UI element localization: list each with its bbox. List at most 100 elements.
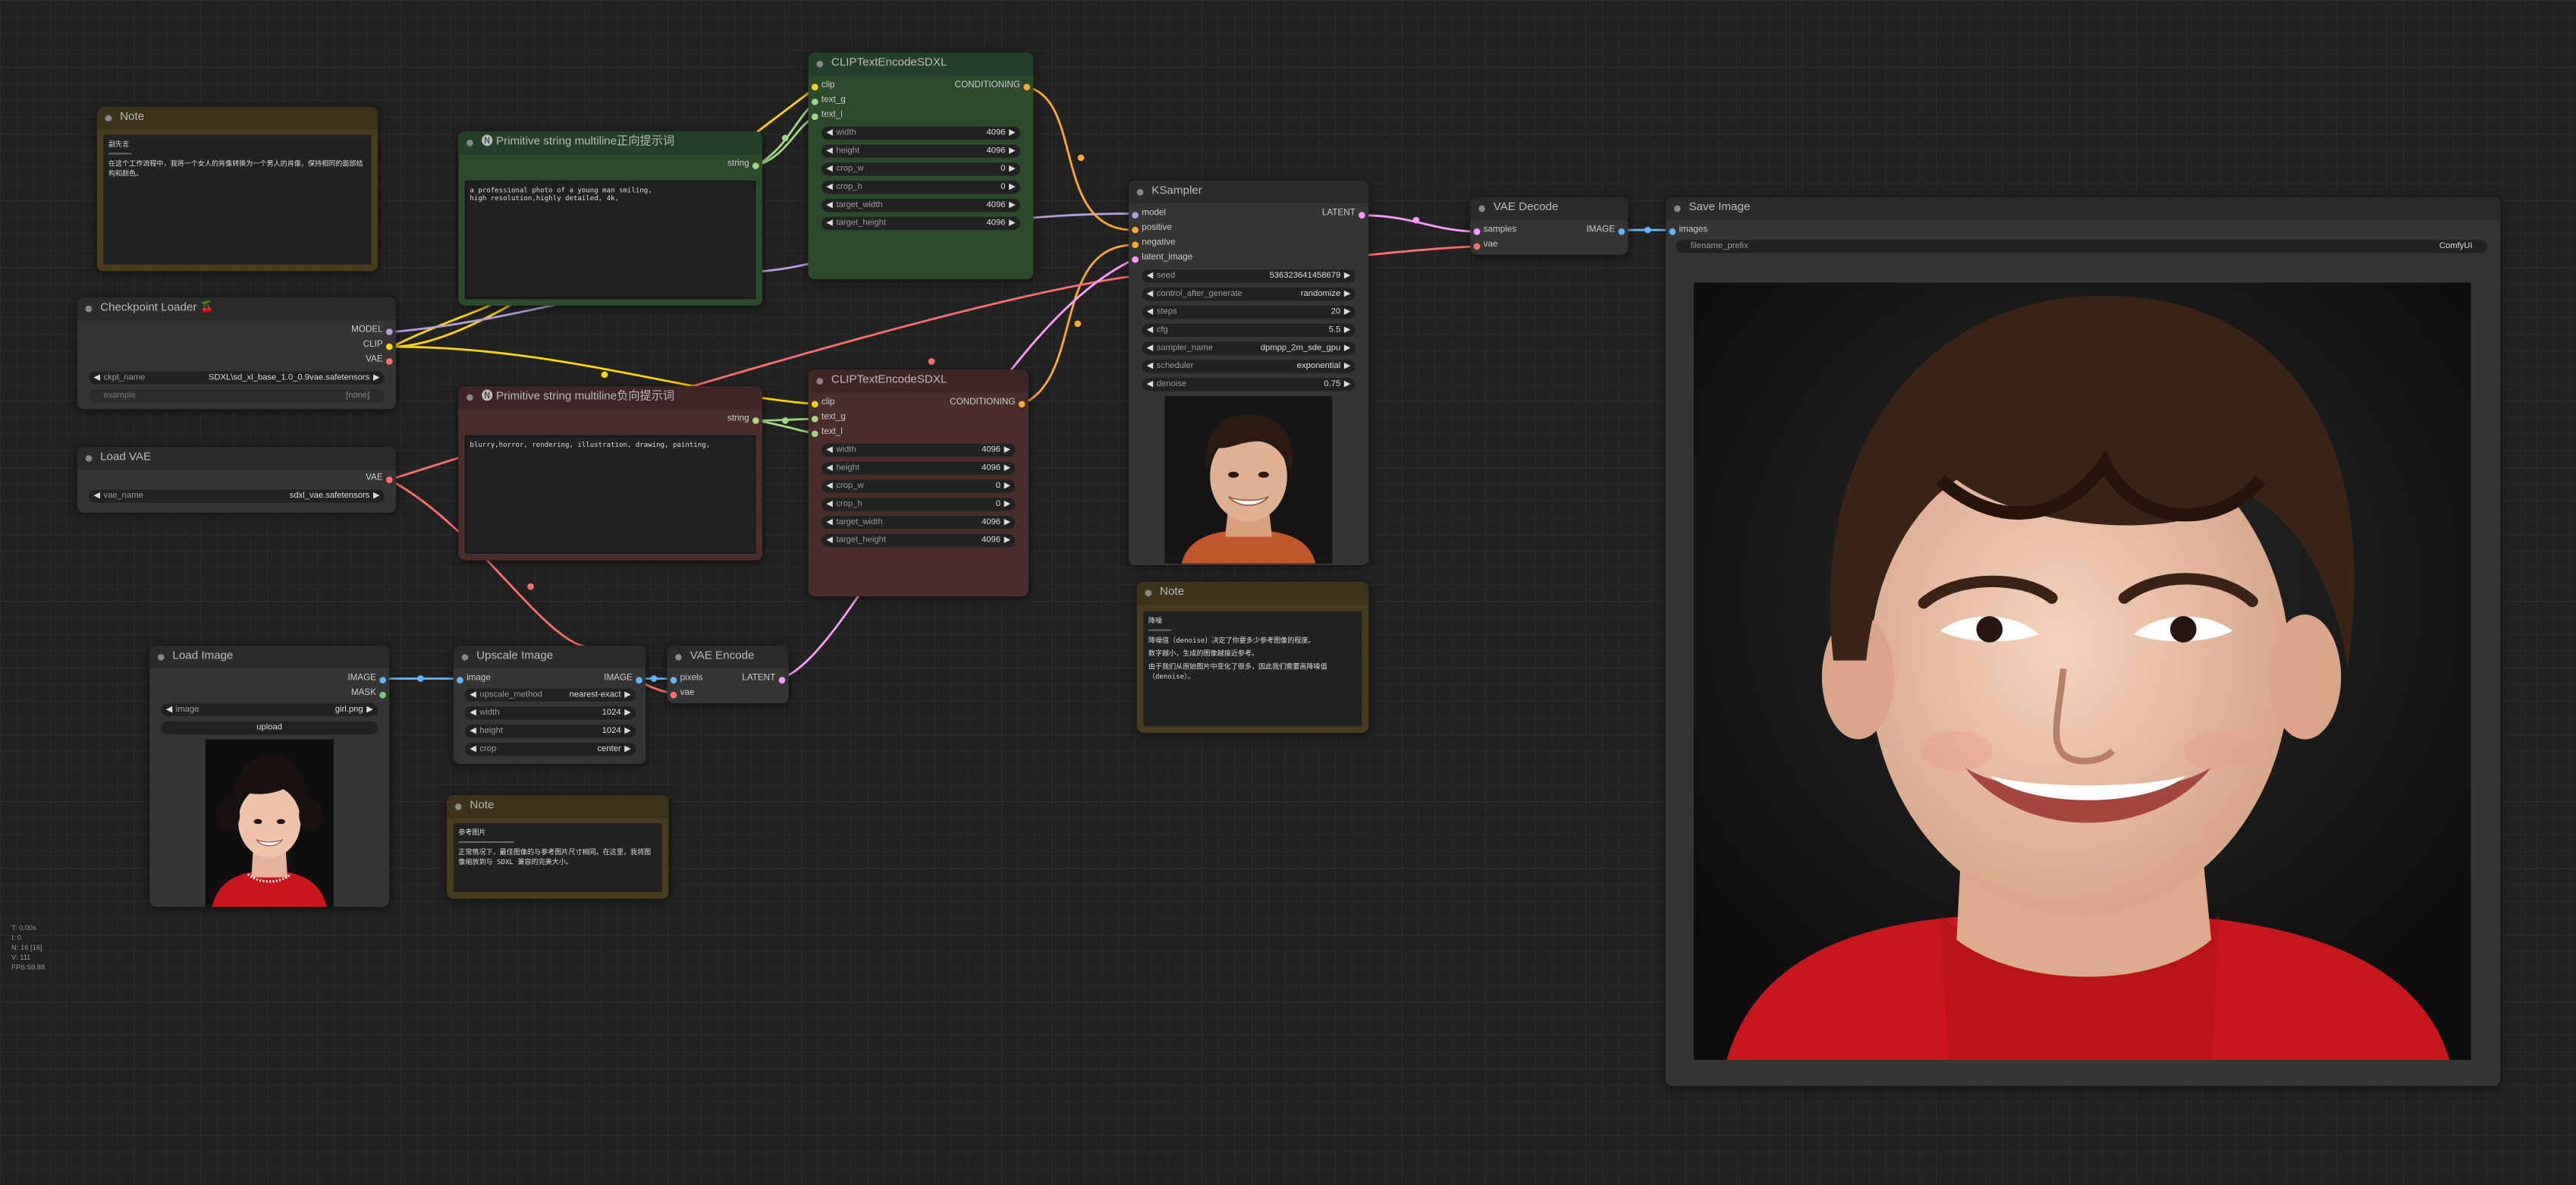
output-string[interactable]: string bbox=[727, 414, 762, 426]
collapse-dot[interactable] bbox=[85, 454, 93, 462]
node-title-bar[interactable]: Checkpoint Loader 🍒 bbox=[77, 297, 396, 321]
input-pin[interactable] bbox=[670, 676, 677, 683]
image-combo[interactable]: ◀ image girl.png ▶ bbox=[161, 703, 379, 717]
collapse-dot[interactable] bbox=[105, 115, 112, 122]
save-image-node[interactable]: Save Image images filename_prefix ComfyUI bbox=[1666, 196, 2501, 1086]
arrow-left-icon[interactable]: ◀ bbox=[1147, 341, 1153, 354]
positive-prompt-node[interactable]: 🅝 Primitive string multiline正向提示词 string… bbox=[458, 131, 762, 306]
node-title-bar[interactable]: Load Image bbox=[149, 646, 390, 669]
arrow-right-icon[interactable]: ▶ bbox=[1009, 127, 1015, 140]
arrow-right-icon[interactable]: ▶ bbox=[1344, 324, 1350, 337]
arrow-right-icon[interactable]: ▶ bbox=[1344, 269, 1350, 282]
vae-decode-node[interactable]: VAE Decode samples vae IMAGE bbox=[1470, 196, 1629, 255]
output-pin[interactable] bbox=[636, 676, 642, 683]
arrow-right-icon[interactable]: ▶ bbox=[624, 743, 630, 756]
arrow-left-icon[interactable]: ◀ bbox=[1147, 378, 1153, 391]
node-title-bar[interactable]: Note bbox=[1136, 581, 1369, 605]
arrow-left-icon[interactable]: ◀ bbox=[826, 199, 832, 212]
input-negative[interactable]: negative bbox=[1129, 238, 1175, 250]
collapse-dot[interactable] bbox=[816, 378, 824, 385]
input-text-g[interactable]: text_g bbox=[809, 96, 846, 107]
output-pin[interactable] bbox=[379, 690, 386, 698]
upscale-image-node[interactable]: Upscale Image image IMAGE ◀ upscale_metho… bbox=[453, 646, 646, 765]
height-widget[interactable]: ◀ height 4096 ▶ bbox=[821, 144, 1020, 158]
output-pin[interactable] bbox=[1359, 211, 1365, 218]
collapse-dot[interactable] bbox=[467, 394, 473, 401]
arrow-right-icon[interactable]: ▶ bbox=[1004, 462, 1010, 475]
input-pin[interactable] bbox=[1473, 227, 1481, 234]
arrow-left-icon[interactable]: ◀ bbox=[1147, 269, 1153, 282]
target-height-widget[interactable]: ◀ target_height 4096 ▶ bbox=[821, 533, 1016, 548]
collapse-dot[interactable] bbox=[1136, 189, 1144, 196]
arrow-right-icon[interactable]: ▶ bbox=[1344, 360, 1350, 372]
collapse-dot[interactable] bbox=[157, 653, 165, 661]
clip-encode-positive-node[interactable]: CLIPTextEncodeSDXL clip text_g text_l CO… bbox=[808, 52, 1034, 280]
crop-w-widget[interactable]: ◀ crop_w 0 ▶ bbox=[821, 479, 1016, 493]
arrow-right-icon[interactable]: ▶ bbox=[1009, 181, 1015, 193]
denoise-widget[interactable]: ◀ denoise 0.75 ▶ bbox=[1142, 378, 1356, 391]
arrow-left-icon[interactable]: ◀ bbox=[826, 181, 832, 193]
collapse-dot[interactable] bbox=[1478, 205, 1485, 212]
collapse-dot[interactable] bbox=[467, 140, 473, 146]
collapse-dot[interactable] bbox=[454, 803, 462, 810]
output-pin[interactable] bbox=[778, 676, 786, 683]
arrow-right-icon[interactable]: ▶ bbox=[1344, 378, 1350, 391]
arrow-left-icon[interactable]: ◀ bbox=[826, 534, 832, 547]
arrow-left-icon[interactable]: ◀ bbox=[826, 444, 832, 457]
crop-h-widget[interactable]: ◀ crop_h 0 ▶ bbox=[821, 181, 1020, 194]
output-latent[interactable]: LATENT bbox=[742, 674, 788, 685]
input-image[interactable]: image bbox=[454, 674, 491, 685]
note-node-reference[interactable]: Note 参考图片 正常情况下，最佳图像的与参考图片尺寸相同。在这里，我将图像缩… bbox=[447, 795, 669, 899]
arrow-right-icon[interactable]: ▶ bbox=[373, 489, 379, 502]
input-pin[interactable] bbox=[1132, 240, 1139, 247]
input-pin[interactable] bbox=[1132, 255, 1139, 262]
note-node-intro[interactable]: Note 副先言 在这个工作流程中，我将一个女人的肖像转换为一个男人的肖像，保持… bbox=[96, 106, 379, 272]
node-title-bar[interactable]: 🅝 Primitive string multiline负向提示词 bbox=[458, 385, 762, 410]
arrow-left-icon[interactable]: ◀ bbox=[470, 688, 476, 701]
input-latent-image[interactable]: latent_image bbox=[1129, 253, 1192, 265]
width-widget[interactable]: ◀ width 1024 ▶ bbox=[464, 706, 636, 720]
node-title-bar[interactable]: VAE Decode bbox=[1470, 196, 1629, 221]
upscale-method-widget[interactable]: ◀ upscale_method nearest-exact ▶ bbox=[464, 688, 636, 702]
output-string[interactable]: string bbox=[727, 159, 762, 171]
input-vae[interactable]: vae bbox=[1470, 240, 1498, 251]
scheduler-widget[interactable]: ◀ scheduler exponential ▶ bbox=[1142, 360, 1356, 373]
load-vae-node[interactable]: Load VAE VAE ◀ vae_name sdxl_vae.safetenso… bbox=[77, 447, 396, 513]
seed-widget[interactable]: ◀ seed 536323641458679 ▶ bbox=[1142, 269, 1356, 283]
arrow-right-icon[interactable]: ▶ bbox=[1009, 162, 1015, 175]
node-title-bar[interactable]: Note bbox=[447, 795, 669, 819]
arrow-left-icon[interactable]: ◀ bbox=[166, 703, 172, 716]
arrow-left-icon[interactable]: ◀ bbox=[1147, 288, 1153, 300]
input-text-g[interactable]: text_g bbox=[809, 413, 846, 424]
output-image[interactable]: IMAGE bbox=[347, 674, 389, 685]
output-vae[interactable]: VAE bbox=[366, 355, 396, 366]
output-pin[interactable] bbox=[385, 328, 393, 335]
node-title-bar[interactable]: Note bbox=[96, 106, 379, 130]
vae-name-combo[interactable]: ◀ vae_name sdxl_vae.safetensors ▶ bbox=[88, 489, 385, 503]
input-positive[interactable]: positive bbox=[1129, 224, 1172, 235]
input-clip[interactable]: clip bbox=[809, 398, 834, 409]
output-model[interactable]: MODEL bbox=[351, 325, 396, 337]
input-pin[interactable] bbox=[811, 112, 818, 120]
arrow-left-icon[interactable]: ◀ bbox=[470, 706, 476, 719]
arrow-right-icon[interactable]: ▶ bbox=[1344, 341, 1350, 354]
node-title-bar[interactable]: CLIPTextEncodeSDXL bbox=[808, 52, 1034, 76]
arrow-right-icon[interactable]: ▶ bbox=[1004, 516, 1010, 529]
ckpt-name-combo[interactable]: ◀ ckpt_name SDXL\sd_xl_base_1.0_0.9vae.saf… bbox=[88, 371, 385, 385]
output-pin[interactable] bbox=[385, 357, 393, 364]
input-pin[interactable] bbox=[811, 400, 818, 407]
input-pin[interactable] bbox=[811, 429, 818, 437]
checkpoint-loader-node[interactable]: Checkpoint Loader 🍒 MODEL CLIP VAE ◀ ckpt… bbox=[77, 297, 396, 410]
crop-widget[interactable]: ◀ crop center ▶ bbox=[464, 742, 636, 756]
arrow-left-icon[interactable]: ◀ bbox=[1147, 324, 1153, 337]
output-pin[interactable] bbox=[1023, 83, 1030, 90]
input-clip[interactable]: clip bbox=[809, 80, 834, 92]
input-pin[interactable] bbox=[1473, 242, 1481, 250]
collapse-dot[interactable] bbox=[816, 61, 824, 68]
arrow-right-icon[interactable]: ▶ bbox=[624, 688, 630, 701]
arrow-right-icon[interactable]: ▶ bbox=[1009, 145, 1015, 158]
output-mask[interactable]: MASK bbox=[351, 688, 389, 699]
input-pin[interactable] bbox=[811, 83, 818, 90]
arrow-left-icon[interactable]: ◀ bbox=[826, 462, 832, 475]
upload-button[interactable]: upload bbox=[161, 721, 379, 735]
